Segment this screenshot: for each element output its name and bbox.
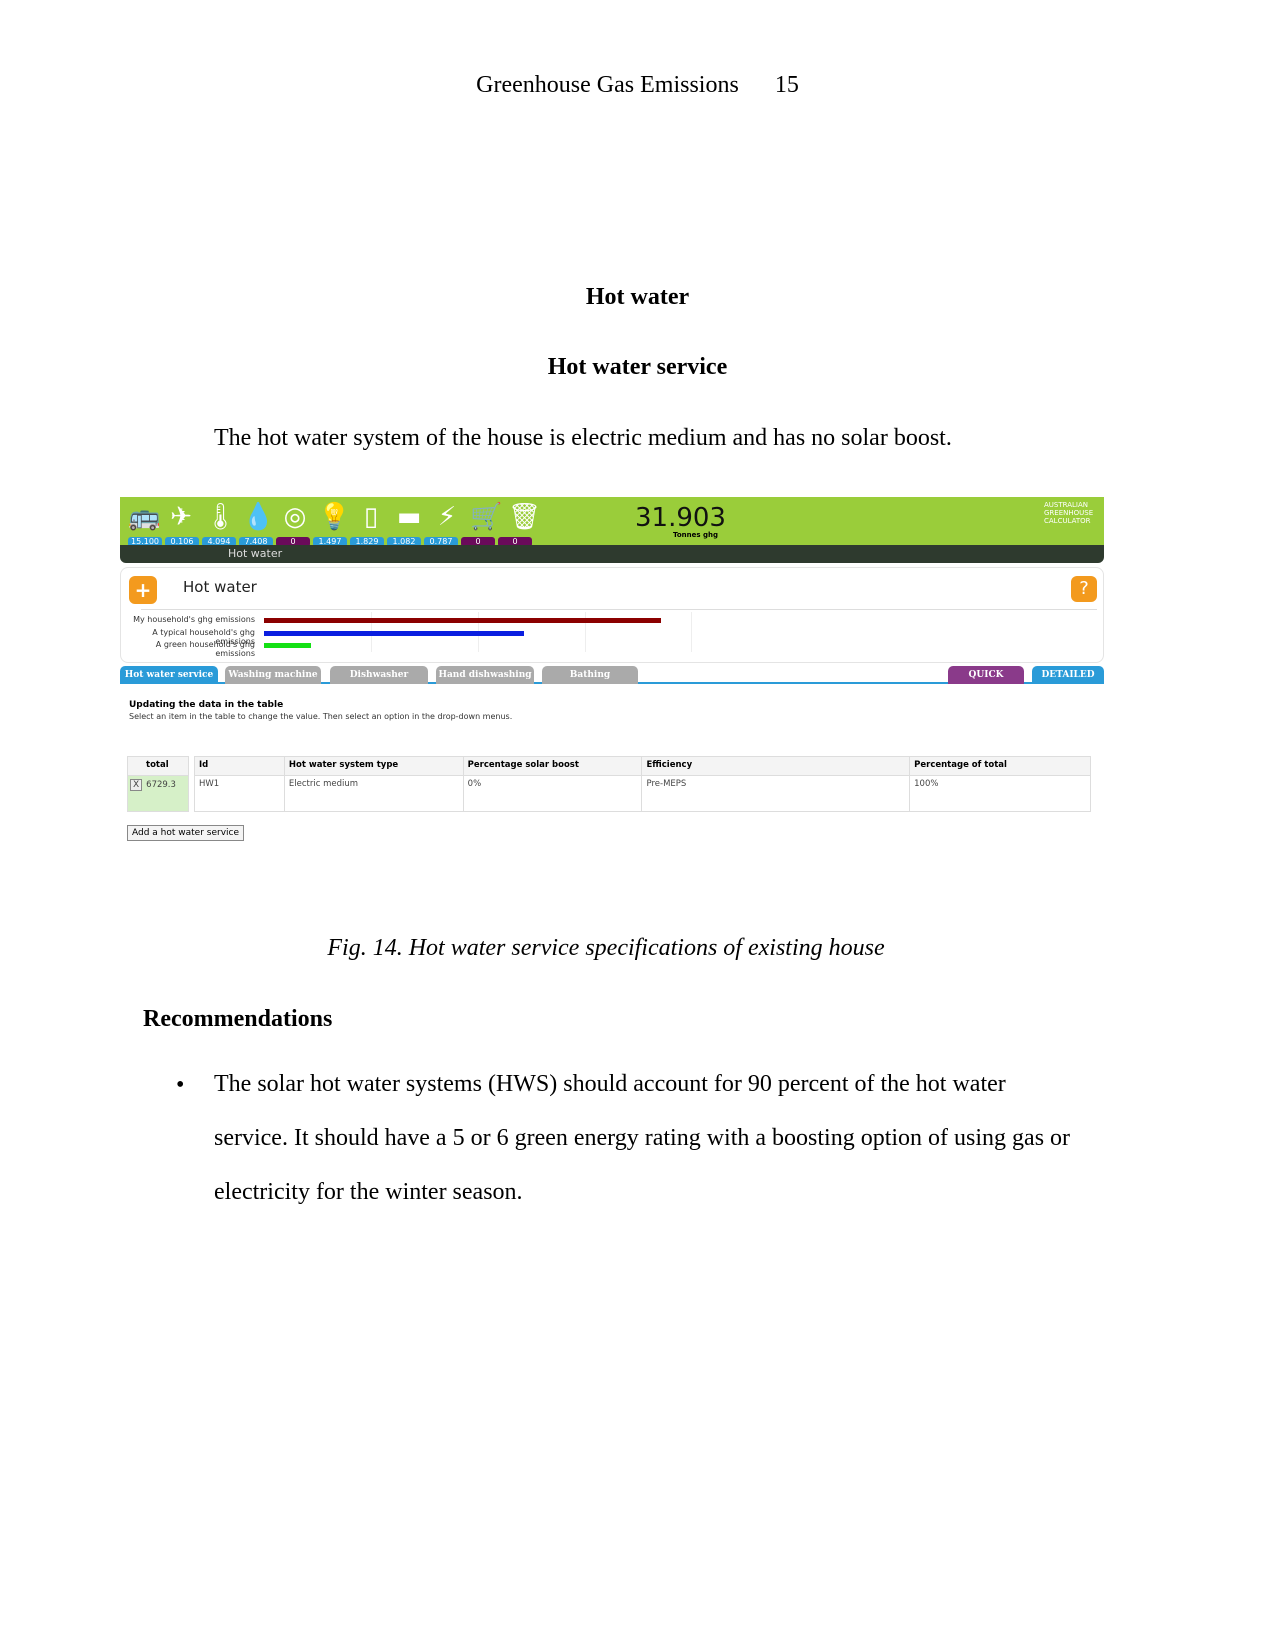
tab-washing-machine[interactable]: Washing machine <box>225 666 321 684</box>
divider <box>141 609 1097 610</box>
total-value: 6729.3 <box>146 780 176 790</box>
help-button[interactable]: ? <box>1071 576 1097 602</box>
figure-caption: Fig. 14. Hot water service specification… <box>327 935 885 961</box>
table-row[interactable]: HW1 Electric medium 0% Pre-MEPS 100% <box>194 775 1091 812</box>
bar-label: My household's ghg emissions <box>133 615 255 624</box>
table-cell[interactable]: 0% <box>462 775 643 812</box>
waste-bin-icon[interactable]: 🗑 <box>508 501 541 533</box>
hot-water-icon[interactable]: 💧 <box>242 501 274 533</box>
column-header: Hot water system type <box>283 756 464 776</box>
emissions-panel: + Hot water ? My household's ghg emissio… <box>120 567 1104 663</box>
tab-bar: QUICK DETAILED Hot water service Washing … <box>120 664 1104 684</box>
total-emissions: 31.903 <box>635 503 726 533</box>
heading-hot-water: Hot water <box>585 284 690 310</box>
total-header: total <box>127 756 189 776</box>
table-cell[interactable]: Electric medium <box>283 775 464 812</box>
tab-detailed[interactable]: DETAILED <box>1032 666 1104 684</box>
column-header: Percentage solar boost <box>462 756 643 776</box>
tab-quick[interactable]: QUICK <box>948 666 1024 684</box>
bar-label: A green household's ghg emissions <box>155 640 255 658</box>
cooking-icon[interactable]: ▬ <box>394 501 424 533</box>
tab-hand-dishwashing[interactable]: Hand dishwashing <box>436 666 534 684</box>
tab-bathing[interactable]: Bathing <box>542 666 638 684</box>
column-header: Id <box>194 756 285 776</box>
tab-dishwasher[interactable]: Dishwasher <box>330 666 428 684</box>
hot-water-table: Id Hot water system type Percentage solar … <box>194 756 1091 812</box>
table-cell[interactable]: 100% <box>909 775 1091 812</box>
emissions-bar <box>264 643 311 648</box>
gridline <box>691 612 692 652</box>
table-cell[interactable]: HW1 <box>194 775 285 812</box>
update-instructions: Select an item in the table to change th… <box>129 712 513 721</box>
total-table: total X 6729.3 <box>127 756 189 812</box>
panel-title: Hot water <box>183 578 257 596</box>
recommendation-item: The solar hot water systems (HWS) should… <box>214 1071 1071 1205</box>
washing-machine-icon[interactable]: ◎ <box>280 501 310 533</box>
add-hot-water-service-button[interactable]: Add a hot water service <box>127 825 245 841</box>
fridge-icon[interactable]: ▯ <box>356 501 386 533</box>
update-title: Updating the data in the table <box>129 700 284 710</box>
column-header: Percentage of total <box>909 756 1091 776</box>
plane-icon[interactable]: ✈ <box>166 501 196 533</box>
heating-cooling-icon[interactable]: 🌡 <box>204 501 237 533</box>
total-unit: Tonnes ghg <box>673 531 718 539</box>
shopping-cart-icon[interactable]: 🛒 <box>470 501 502 533</box>
section-bar: Hot water <box>120 545 1104 563</box>
running-header: Greenhouse Gas Emissions 15 <box>0 72 1275 99</box>
remove-button[interactable]: X <box>130 779 143 791</box>
header-title: Greenhouse Gas Emissions <box>476 72 739 98</box>
column-header: Efficiency <box>641 756 911 776</box>
bullet: • <box>176 1072 185 1098</box>
calculator-logo: AUSTRALIAN GREENHOUSE CALCULATOR <box>1044 501 1094 525</box>
category-toolbar: 🚌 ✈ 🌡 💧 ◎ 💡 ▯ ▬ ⚡ 🛒 🗑 15.100 0.106 4.094 7.408 0 1.497 1… <box>120 497 1104 549</box>
recommendations-heading: Recommendations <box>143 1006 333 1032</box>
expand-button[interactable]: + <box>129 576 157 604</box>
emissions-bar <box>264 618 662 623</box>
intro-paragraph: The hot water system of the house is ele… <box>214 425 952 451</box>
tab-hot-water-service[interactable]: Hot water service <box>120 666 218 684</box>
table-cell[interactable]: Pre-MEPS <box>641 775 911 812</box>
heading-hot-water-service: Hot water service <box>547 354 728 380</box>
emissions-bar <box>264 630 525 636</box>
section-label: Hot water <box>228 547 283 560</box>
appliances-icon[interactable]: ⚡ <box>432 501 462 533</box>
transport-icon[interactable]: 🚌 <box>128 501 160 533</box>
page-number: 15 <box>774 72 799 98</box>
calculator-screenshot: 🚌 ✈ 🌡 💧 ◎ 💡 ▯ ▬ ⚡ 🛒 🗑 15.100 0.106 4.094 7.408 0 1.497 1… <box>120 497 1104 852</box>
lightbulb-icon[interactable]: 💡 <box>318 501 350 533</box>
